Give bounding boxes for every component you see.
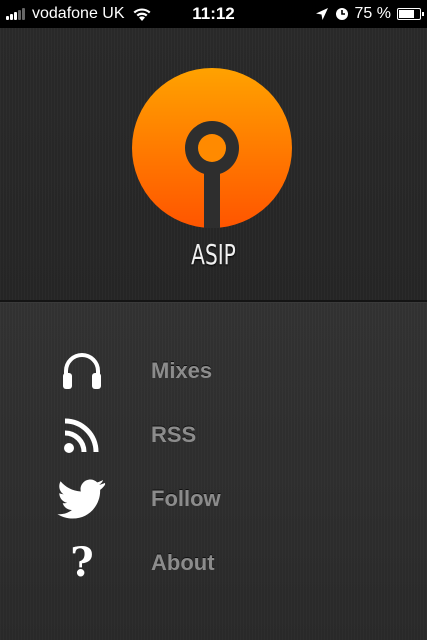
headphones-icon <box>56 347 108 395</box>
menu-item-follow[interactable]: Follow <box>0 469 427 529</box>
logo-text: ASIP <box>191 238 236 271</box>
status-bar: vodafone UK 11:12 75 % <box>0 0 427 28</box>
status-right: 75 % <box>315 0 424 28</box>
header-banner: ASIP <box>0 28 427 300</box>
battery-icon <box>397 8 424 20</box>
location-arrow-icon <box>315 8 328 20</box>
battery-percent: 75 % <box>354 5 391 22</box>
rss-icon <box>56 411 108 459</box>
menu-label-mixes: Mixes <box>151 358 213 383</box>
menu-label-follow: Follow <box>151 486 221 511</box>
main-menu: Mixes RSS Follow ? About <box>0 303 427 640</box>
logo-mark-icon <box>132 68 292 228</box>
twitter-bird-icon <box>56 475 108 523</box>
question-mark-icon: ? <box>70 539 94 586</box>
asip-logo[interactable] <box>132 68 292 228</box>
clock-icon <box>335 8 348 20</box>
menu-item-rss[interactable]: RSS <box>0 405 427 465</box>
menu-label-rss: RSS <box>151 422 197 447</box>
menu-item-mixes[interactable]: Mixes <box>0 341 427 401</box>
menu-item-about[interactable]: ? About <box>0 533 427 593</box>
menu-label-about: About <box>151 550 215 575</box>
